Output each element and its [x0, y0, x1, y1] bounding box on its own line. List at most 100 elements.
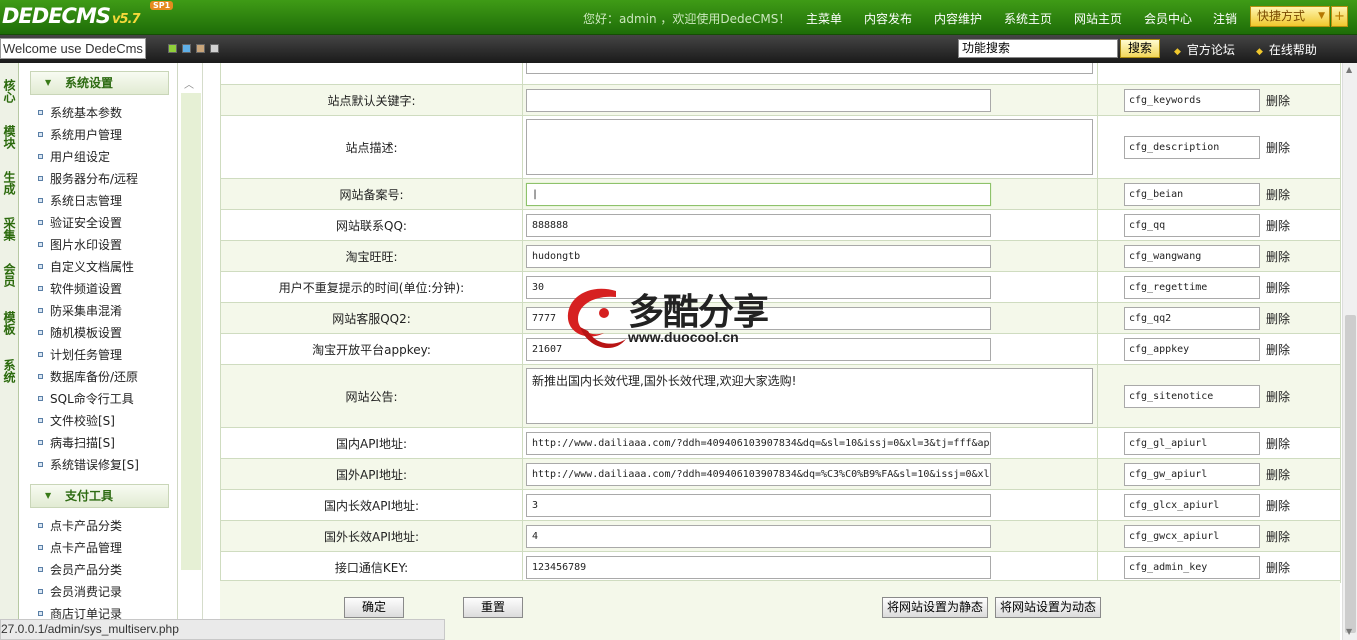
function-search-input[interactable]: 功能搜索	[958, 39, 1118, 58]
set-dynamic-button[interactable]: 将网站设置为动态	[995, 597, 1101, 618]
search-button[interactable]: 搜索	[1120, 39, 1160, 58]
tab-core[interactable]: 核心	[0, 79, 18, 108]
config-input[interactable]: 30	[526, 275, 991, 299]
set-static-button[interactable]: 将网站设置为静态	[882, 597, 988, 618]
confirm-button[interactable]: 确定	[344, 597, 404, 618]
sidebar-item[interactable]: 用户组设定	[38, 148, 110, 165]
sidebar-item[interactable]: 图片水印设置	[38, 236, 122, 253]
sidebar-item[interactable]: 数据库备份/还原	[38, 368, 138, 385]
config-input[interactable]: 4	[526, 524, 991, 548]
config-input[interactable]: 7777	[526, 306, 991, 330]
skin-blue-icon[interactable]	[182, 44, 191, 53]
config-var-name[interactable]: cfg_gw_apiurl	[1124, 462, 1260, 486]
sidebar-item[interactable]: 随机模板设置	[38, 324, 122, 341]
delete-link[interactable]: 删除	[1266, 497, 1290, 514]
config-input[interactable]: 123456789	[526, 555, 991, 579]
config-var-name[interactable]: cfg_description	[1124, 135, 1260, 159]
scroll-up-icon[interactable]: ︿	[184, 76, 194, 91]
sidebar-item[interactable]: 病毒扫描[S]	[38, 434, 115, 451]
sidebar-item[interactable]: 系统基本参数	[38, 104, 122, 121]
config-input[interactable]: 21607	[526, 337, 991, 361]
sidebar-item[interactable]: 系统日志管理	[38, 192, 122, 209]
skin-gray-icon[interactable]	[210, 44, 219, 53]
sidebar-item[interactable]: 验证安全设置	[38, 214, 122, 231]
delete-link[interactable]: 删除	[1266, 341, 1290, 358]
tab-collect[interactable]: 采集	[0, 217, 18, 246]
nav-content-publish[interactable]: 内容发布	[864, 10, 912, 27]
config-var-name[interactable]: cfg_qq2	[1124, 306, 1260, 330]
menu-scroll-track[interactable]	[181, 93, 201, 570]
config-var-name[interactable]: cfg_appkey	[1124, 337, 1260, 361]
delete-link[interactable]: 删除	[1266, 466, 1290, 483]
sidebar-item[interactable]: 计划任务管理	[38, 346, 122, 363]
config-var-name[interactable]: cfg_qq	[1124, 213, 1260, 237]
tab-template[interactable]: 模板	[0, 311, 18, 340]
delete-link[interactable]: 删除	[1266, 186, 1290, 203]
nav-site-home[interactable]: 网站主页	[1074, 10, 1122, 27]
config-input[interactable]: hudongtb	[526, 244, 991, 268]
config-var-name[interactable]: cfg_admin_key	[1124, 555, 1260, 579]
config-textarea[interactable]	[526, 63, 1093, 74]
dedecms-logo[interactable]: DEDECMS v5.7 SP1	[2, 1, 174, 32]
config-var-name[interactable]: cfg_regettime	[1124, 275, 1260, 299]
help-link[interactable]: ◆ 在线帮助	[1256, 41, 1317, 58]
delete-link[interactable]: 删除	[1266, 310, 1290, 327]
scrollbar-thumb[interactable]	[1345, 315, 1356, 633]
delete-link[interactable]: 删除	[1266, 528, 1290, 545]
config-input[interactable]	[526, 88, 991, 112]
delete-link[interactable]: 删除	[1266, 217, 1290, 234]
nav-main-menu[interactable]: 主菜单	[806, 10, 842, 27]
tab-member[interactable]: 会员	[0, 263, 18, 292]
config-input[interactable]: 3	[526, 493, 991, 517]
config-textarea[interactable]	[526, 119, 1093, 175]
sidebar-item[interactable]: 自定义文档属性	[38, 258, 134, 275]
delete-link[interactable]: 删除	[1266, 279, 1290, 296]
sidebar-item[interactable]: 系统错误修复[S]	[38, 456, 139, 473]
scroll-up-arrow-icon[interactable]: ▲	[1346, 65, 1352, 74]
nav-system-home[interactable]: 系统主页	[1004, 10, 1052, 27]
tab-module[interactable]: 模块	[0, 125, 18, 154]
config-var-name[interactable]: cfg_gwcx_apiurl	[1124, 524, 1260, 548]
page-scrollbar[interactable]: ▲ ▼	[1342, 63, 1357, 640]
nav-member-center[interactable]: 会员中心	[1144, 10, 1192, 27]
config-input[interactable]: http://www.dailiaaa.com/?ddh=40940610390…	[526, 431, 991, 455]
sidebar-item[interactable]: 会员产品分类	[38, 561, 122, 578]
quick-menu-button[interactable]: 快捷方式 ▼	[1250, 6, 1330, 27]
quick-add-button[interactable]: +	[1331, 6, 1348, 27]
config-textarea[interactable]: 新推出国内长效代理,国外长效代理,欢迎大家选购!	[526, 368, 1093, 424]
delete-link[interactable]: 删除	[1266, 388, 1290, 405]
sidebar-item[interactable]: 点卡产品分类	[38, 517, 122, 534]
scroll-down-arrow-icon[interactable]: ▼	[1346, 627, 1352, 636]
forum-link[interactable]: ◆ 官方论坛	[1174, 41, 1235, 58]
tab-generate[interactable]: 生成	[0, 171, 18, 200]
skin-green-icon[interactable]	[168, 44, 177, 53]
delete-link[interactable]: 删除	[1266, 92, 1290, 109]
sidebar-item[interactable]: 系统用户管理	[38, 126, 122, 143]
sidebar-item[interactable]: 软件频道设置	[38, 280, 122, 297]
config-var-name[interactable]: cfg_glcx_apiurl	[1124, 493, 1260, 517]
skin-brown-icon[interactable]	[196, 44, 205, 53]
config-var-name[interactable]: cfg_gl_apiurl	[1124, 431, 1260, 455]
sidebar-item[interactable]: 服务器分布/远程	[38, 170, 138, 187]
tab-system[interactable]: 系统	[0, 359, 18, 388]
nav-logout[interactable]: 注销	[1213, 10, 1237, 27]
config-input[interactable]: 888888	[526, 213, 991, 237]
sidebar-item[interactable]: 点卡产品管理	[38, 539, 122, 556]
menu-section-system-settings[interactable]: ▼ 系统设置	[30, 71, 169, 95]
config-var-name[interactable]: cfg_sitenotice	[1124, 384, 1260, 408]
delete-link[interactable]: 删除	[1266, 139, 1290, 156]
config-var-name[interactable]: cfg_beian	[1124, 182, 1260, 206]
reset-button[interactable]: 重置	[463, 597, 523, 618]
sidebar-item[interactable]: 防采集串混淆	[38, 302, 122, 319]
delete-link[interactable]: 删除	[1266, 248, 1290, 265]
sidebar-item[interactable]: 文件校验[S]	[38, 412, 115, 429]
config-var-name[interactable]: cfg_keywords	[1124, 88, 1260, 112]
nav-content-maintain[interactable]: 内容维护	[934, 10, 982, 27]
sidebar-item[interactable]: SQL命令行工具	[38, 390, 134, 407]
config-var-name[interactable]: cfg_wangwang	[1124, 244, 1260, 268]
delete-link[interactable]: 删除	[1266, 435, 1290, 452]
delete-link[interactable]: 删除	[1266, 559, 1290, 576]
sidebar-item[interactable]: 会员消费记录	[38, 583, 122, 600]
config-input[interactable]: http://www.dailiaaa.com/?ddh=40940610390…	[526, 462, 991, 486]
menu-section-payment-tools[interactable]: ▼ 支付工具	[30, 484, 169, 508]
